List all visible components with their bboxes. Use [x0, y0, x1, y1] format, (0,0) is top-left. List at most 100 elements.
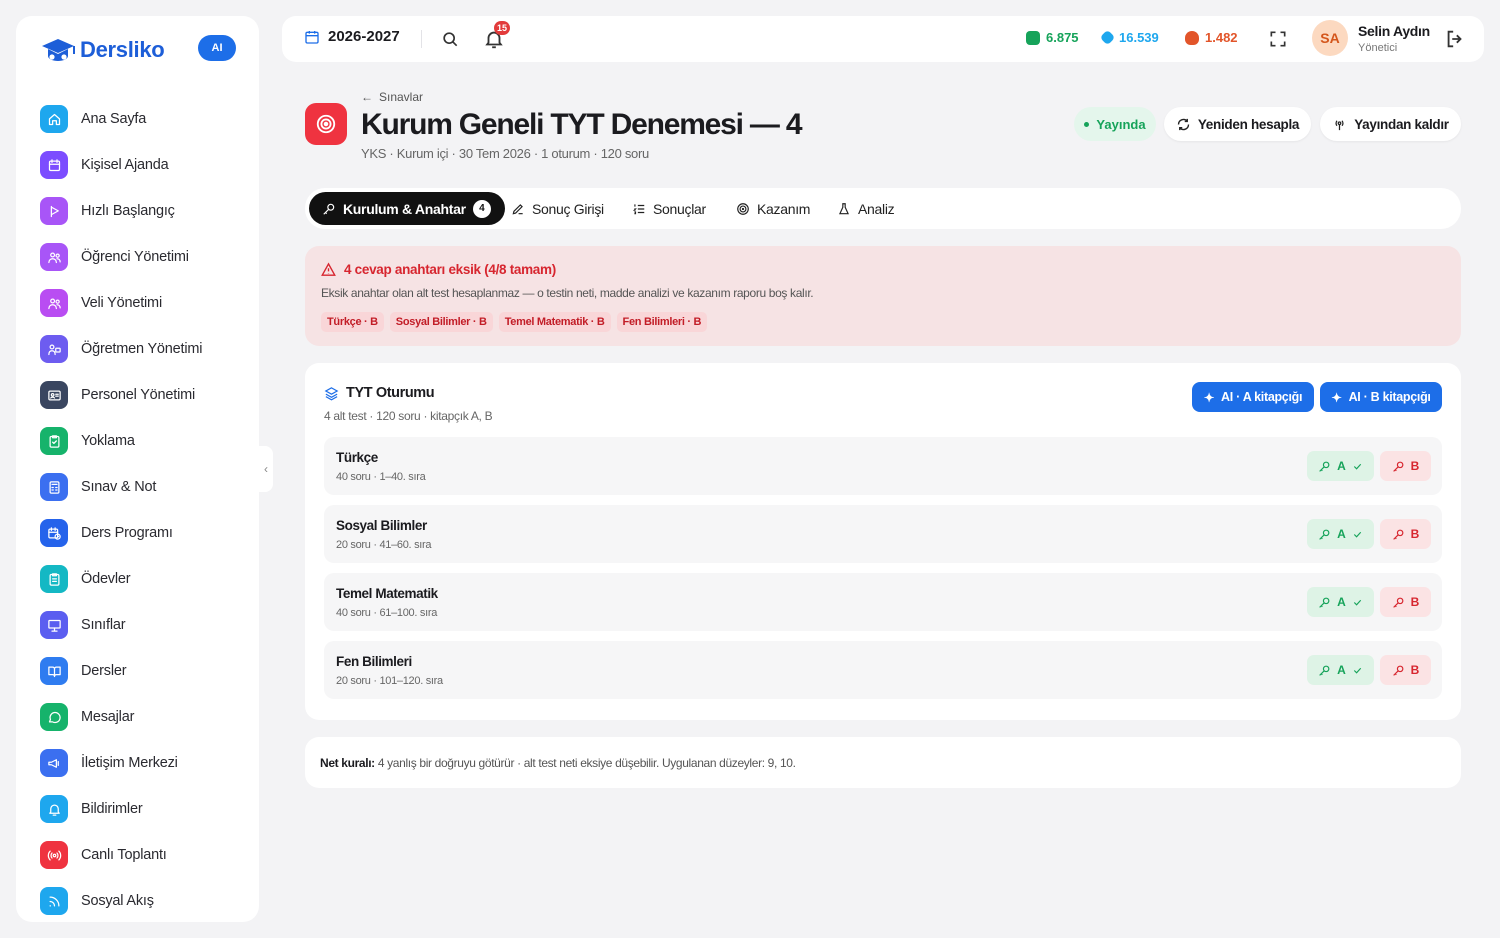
unpublish-button[interactable]: Yayından kaldır [1320, 107, 1461, 141]
page-subtitle: YKS · Kurum içi · 30 Tem 2026 · 1 oturum… [361, 146, 649, 161]
net-rule-text: 4 yanlış bir doğruyu götürür · alt test … [377, 755, 796, 770]
brand-name: Dersliko [80, 37, 165, 62]
answer-key-a-button[interactable]: A [1307, 587, 1374, 617]
answer-key-a-button[interactable]: A [1307, 451, 1374, 481]
ai-badge[interactable]: AI [198, 35, 236, 61]
calendar-icon [40, 151, 68, 179]
answer-key-b-button[interactable]: B [1380, 519, 1431, 549]
coin-icon [1026, 30, 1040, 45]
sidebar-item-12[interactable]: Sınıflar [40, 602, 240, 648]
sidebar-item-6[interactable]: Öğretmen Yönetimi [40, 326, 240, 372]
sidebar-item-label: Ana Sayfa [81, 111, 147, 127]
exam-target-icon [305, 103, 347, 145]
avatar[interactable]: SA [1312, 20, 1348, 56]
logout-icon[interactable] [1444, 28, 1466, 50]
sidebar-item-14[interactable]: Mesajlar [40, 694, 240, 740]
tab-label: Sonuçlar [653, 200, 706, 217]
subtest-row: Fen Bilimleri 20 soru · 101–120. sıra A B [324, 641, 1442, 699]
sidebar-item-2[interactable]: Kişisel Ajanda [40, 142, 240, 188]
sidebar-collapse-button[interactable]: ‹ [259, 446, 273, 492]
sidebar: Dersliko AI Ana Sayfa Kişisel Ajanda Hızlı… [16, 16, 259, 922]
session-subtitle: 4 alt test · 120 soru · kitapçık A, B [324, 409, 493, 423]
sidebar-item-label: Dersler [81, 663, 127, 679]
users-icon [40, 243, 68, 271]
fullscreen-icon[interactable] [1268, 29, 1288, 49]
missing-key-tags: Türkçe · B Sosyal Bilimler · B Temel Mat… [321, 312, 708, 332]
answer-key-a-button[interactable]: A [1307, 655, 1374, 685]
stat-streak[interactable]: 1.482 [1185, 30, 1238, 45]
recalculate-button[interactable]: Yeniden hesapla [1164, 107, 1311, 141]
sidebar-item-16[interactable]: Bildirimler [40, 786, 240, 832]
tab-setup-key[interactable]: Kurulum & Anahtar 4 [309, 192, 505, 225]
pencil-icon [512, 203, 523, 214]
graduation-cap-logo-icon [38, 35, 78, 65]
sidebar-item-3[interactable]: Hızlı Başlangıç [40, 188, 240, 234]
tab-results[interactable]: Sonuçlar [632, 192, 706, 225]
search-icon[interactable] [440, 29, 460, 49]
sidebar-item-17[interactable]: Canlı Toplantı [40, 832, 240, 878]
missing-key-tag[interactable]: Türkçe · B [321, 312, 384, 332]
sidebar-item-label: Hızlı Başlangıç [81, 203, 175, 219]
tab-outcomes[interactable]: Kazanım [736, 192, 810, 225]
answer-key-a-button[interactable]: A [1307, 519, 1374, 549]
sidebar-item-4[interactable]: Öğrenci Yönetimi [40, 234, 240, 280]
net-rule-note: Net kuralı: 4 yanlış bir doğruyu götürür… [305, 737, 1461, 788]
sidebar-item-9[interactable]: Sınav & Not [40, 464, 240, 510]
booklet-a-label: A [1337, 663, 1346, 677]
rss-icon [40, 887, 68, 915]
breadcrumb[interactable]: ← Sınavlar [361, 90, 423, 104]
teacher-icon [40, 335, 68, 363]
id-card-icon [40, 381, 68, 409]
sidebar-item-8[interactable]: Yoklama [40, 418, 240, 464]
booklet-b-label: B [1410, 595, 1420, 609]
ai-booklet-a-label: AI · A kitapçığı [1221, 390, 1303, 404]
tab-result-entry[interactable]: Sonuç Girişi [511, 192, 604, 225]
ai-booklet-a-button[interactable]: ✦ AI · A kitapçığı [1192, 382, 1314, 412]
session-title-text: TYT Oturumu [346, 385, 435, 401]
flame-icon [1185, 30, 1199, 45]
missing-key-tag[interactable]: Sosyal Bilimler · B [389, 312, 493, 332]
calendar-clock-icon [40, 519, 68, 547]
status-badge: Yayında [1074, 107, 1156, 141]
key-icon [1318, 460, 1331, 473]
sidebar-item-10[interactable]: Ders Programı [40, 510, 240, 556]
ai-booklet-b-button[interactable]: ✦ AI · B kitapçığı [1320, 382, 1442, 412]
sidebar-item-11[interactable]: Ödevler [40, 556, 240, 602]
missing-key-tag[interactable]: Fen Bilimleri · B [616, 312, 708, 332]
notification-count-badge: 15 [494, 21, 511, 35]
brand[interactable]: Dersliko [38, 34, 165, 66]
sidebar-item-13[interactable]: Dersler [40, 648, 240, 694]
booklet-b-label: B [1410, 459, 1420, 473]
message-circle-icon [40, 703, 68, 731]
clipboard-list-icon [40, 565, 68, 593]
stat-gems[interactable]: 16.539 [1099, 29, 1159, 46]
subtest-meta: 40 soru · 61–100. sıra [336, 607, 438, 619]
flask-icon [839, 202, 849, 214]
sidebar-item-7[interactable]: Personel Yönetimi [40, 372, 240, 418]
top-bar: 2026-2027 15 6.875 16.539 1.482 SA Selin… [282, 16, 1484, 62]
answer-key-b-button[interactable]: B [1380, 451, 1431, 481]
missing-key-tag[interactable]: Temel Matematik · B [498, 312, 611, 332]
bell-icon [40, 795, 68, 823]
subtest-name: Temel Matematik [336, 586, 438, 601]
home-icon [40, 105, 68, 133]
tab-count-badge: 4 [472, 199, 491, 218]
sidebar-item-1[interactable]: Ana Sayfa [40, 96, 240, 142]
answer-key-b-button[interactable]: B [1380, 587, 1431, 617]
calculator-icon [40, 473, 68, 501]
net-rule-label: Net kuralı: [320, 755, 375, 770]
ai-booklet-b-label: AI · B kitapçığı [1348, 390, 1431, 404]
academic-year-selector[interactable]: 2026-2027 [304, 28, 400, 45]
sidebar-item-label: Yoklama [81, 433, 135, 449]
sidebar-item-5[interactable]: Veli Yönetimi [40, 280, 240, 326]
tab-label: Sonuç Girişi [532, 200, 604, 217]
subtest-meta: 40 soru · 1–40. sıra [336, 471, 426, 483]
key-icon [1318, 664, 1331, 677]
stat-coins[interactable]: 6.875 [1026, 30, 1079, 45]
stat-value: 1.482 [1205, 30, 1238, 45]
clipboard-check-icon [40, 427, 68, 455]
answer-key-b-button[interactable]: B [1380, 655, 1431, 685]
tab-analysis[interactable]: Analiz [837, 192, 895, 225]
sidebar-item-15[interactable]: İletişim Merkezi [40, 740, 240, 786]
sidebar-item-18[interactable]: Sosyal Akış [40, 878, 240, 924]
